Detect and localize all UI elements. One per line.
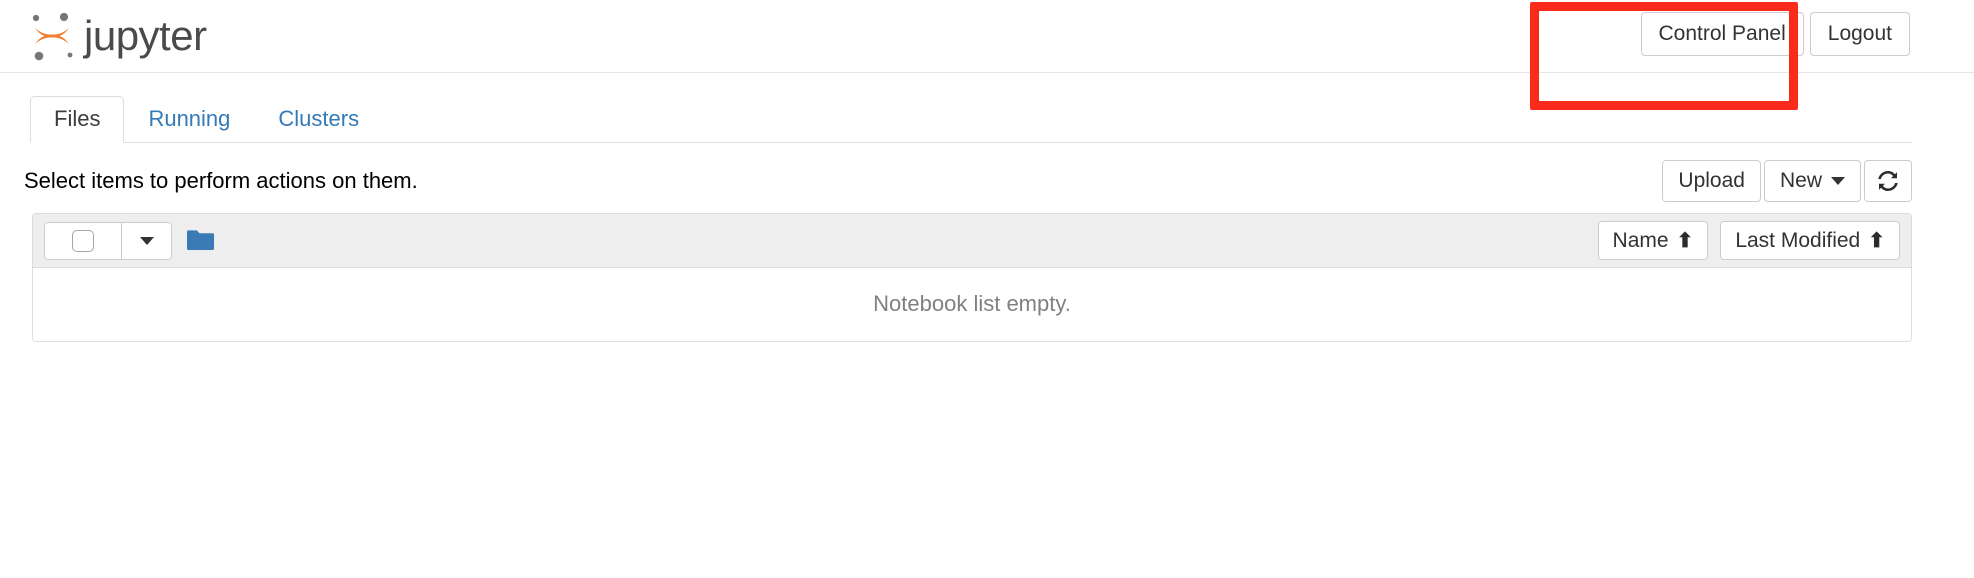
- select-dropdown-button[interactable]: [122, 221, 172, 260]
- upload-button[interactable]: Upload: [1662, 159, 1761, 203]
- tab-bar-container: Files Running Clusters: [0, 95, 1974, 143]
- actions-row: Select items to perform actions on them.…: [0, 157, 1974, 205]
- file-action-buttons: Upload New: [1662, 159, 1912, 203]
- refresh-button[interactable]: [1864, 159, 1912, 202]
- select-items-hint: Select items to perform actions on them.: [24, 167, 418, 193]
- checkbox-icon: [72, 229, 94, 252]
- new-button-label: New: [1779, 168, 1822, 192]
- tab-running[interactable]: Running: [124, 96, 254, 143]
- notebook-list-panel: Name ⬆ Last Modified ⬆ Notebook list emp…: [32, 213, 1912, 342]
- upload-button-label: Upload: [1678, 168, 1745, 192]
- refresh-icon: [1878, 170, 1898, 191]
- tab-clusters[interactable]: Clusters: [254, 96, 383, 143]
- new-button[interactable]: New: [1763, 159, 1861, 203]
- jupyter-logo-icon: [32, 12, 73, 61]
- arrow-up-icon: ⬆: [1868, 229, 1885, 252]
- sort-by-name-label: Name: [1612, 228, 1669, 252]
- select-all-group: [44, 221, 172, 260]
- chevron-down-icon: [1831, 176, 1845, 185]
- sort-by-modified-label: Last Modified: [1735, 228, 1861, 252]
- app-header: jupyter Control Panel Logout: [0, 0, 1974, 110]
- logout-button[interactable]: Logout: [1809, 12, 1910, 57]
- tab-files[interactable]: Files: [30, 95, 125, 143]
- notebook-list-empty-row: Notebook list empty.: [33, 268, 1911, 341]
- select-all-checkbox[interactable]: [44, 221, 122, 260]
- folder-icon[interactable]: [186, 228, 216, 254]
- header-actions: Control Panel Logout: [1640, 12, 1910, 57]
- caret-down-icon: [139, 236, 154, 245]
- sort-by-modified-button[interactable]: Last Modified ⬆: [1720, 220, 1900, 261]
- empty-list-message: Notebook list empty.: [873, 291, 1071, 317]
- brand-title: jupyter: [84, 12, 207, 59]
- jupyter-brand-link[interactable]: jupyter: [24, 6, 207, 66]
- tab-bar: Files Running Clusters: [30, 95, 1912, 143]
- control-panel-button[interactable]: Control Panel: [1640, 12, 1804, 57]
- notebook-list-toolbar: Name ⬆ Last Modified ⬆: [33, 214, 1911, 268]
- sort-by-name-button[interactable]: Name ⬆: [1597, 220, 1709, 261]
- arrow-up-icon: ⬆: [1676, 229, 1694, 252]
- toolbar-left-group: [44, 221, 216, 260]
- toolbar-sort-group: Name ⬆ Last Modified ⬆: [1597, 220, 1900, 261]
